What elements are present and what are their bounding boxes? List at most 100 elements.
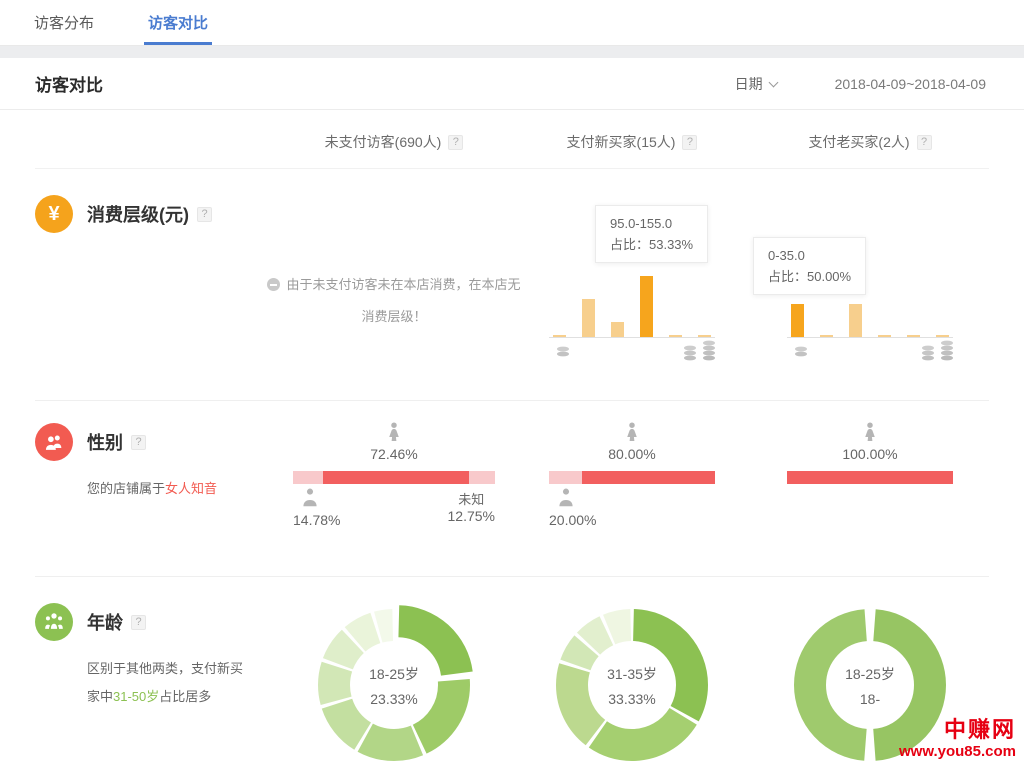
section-consumption-level: ¥ 消费层级(元) ? 由于未支付访客未在本店消费，在本店无 消费层级！ 95.… bbox=[35, 169, 989, 401]
gender-chart-unpaid: 72.46% 14.78% 未知 12.75% bbox=[275, 401, 513, 576]
bar-segment[interactable] bbox=[849, 304, 862, 337]
help-icon[interactable]: ? bbox=[682, 135, 697, 150]
coins-low-icon bbox=[555, 345, 571, 358]
male-icon bbox=[299, 487, 321, 509]
tab-visitor-comparison[interactable]: 访客对比 bbox=[144, 0, 212, 45]
tooltip-range: 0-35.0 bbox=[768, 245, 851, 266]
watermark-url: www.you85.com bbox=[899, 743, 1016, 760]
gender-bar-segment bbox=[323, 471, 469, 484]
age-left-block: 年龄 ? 区别于其他两类，支付新买 家中31-50岁占比居多 bbox=[35, 577, 275, 763]
help-icon[interactable]: ? bbox=[131, 435, 146, 450]
female-percent: 80.00% bbox=[608, 446, 655, 462]
age-subtitle-post: 占比居多 bbox=[159, 689, 211, 704]
gender-bar-segment bbox=[787, 471, 953, 484]
gender-subtitle-highlight: 女人知音 bbox=[165, 481, 217, 496]
female-icon bbox=[383, 421, 405, 443]
column-header-paid-old: 支付老买家(2人) ? bbox=[751, 132, 989, 152]
female-icon bbox=[859, 421, 881, 443]
consumption-no-data-note: 由于未支付访客未在本店消费，在本店无 消费层级！ bbox=[264, 269, 524, 333]
consumption-tooltip-paid-old: 0-35.0 占比：50.00% bbox=[753, 237, 866, 295]
date-range-value[interactable]: 2018-04-09~2018-04-09 bbox=[835, 76, 986, 92]
page-header: 访客对比 日期 2018-04-09~2018-04-09 bbox=[0, 58, 1024, 110]
tab-visitor-distribution[interactable]: 访客分布 bbox=[30, 0, 98, 45]
age-chart-paid-new: 31-35岁 33.33% bbox=[513, 577, 751, 763]
donut-chart-svg bbox=[314, 605, 474, 765]
tooltip-share: 占比：53.33% bbox=[610, 234, 693, 255]
no-data-icon bbox=[267, 278, 280, 291]
age-group-icon bbox=[35, 603, 73, 641]
bar-segment[interactable] bbox=[878, 335, 891, 337]
gender-section-title: 性别 bbox=[87, 429, 123, 455]
column-header-unpaid: 未支付访客(690人) ? bbox=[275, 132, 513, 152]
help-icon[interactable]: ? bbox=[917, 135, 932, 150]
help-icon[interactable]: ? bbox=[197, 207, 212, 222]
note-line-2: 消费层级！ bbox=[264, 301, 524, 333]
tooltip-share: 占比：50.00% bbox=[768, 266, 851, 287]
date-dropdown-label: 日期 bbox=[735, 74, 763, 94]
female-icon bbox=[621, 421, 643, 443]
top-tab-bar: 访客分布 访客对比 bbox=[0, 0, 1024, 46]
gender-stacked-bar[interactable] bbox=[293, 471, 495, 484]
tooltip-range: 95.0-155.0 bbox=[610, 213, 693, 234]
coins-low-icon bbox=[793, 345, 809, 358]
column-header-paid-new: 支付新买家(15人) ? bbox=[513, 132, 751, 152]
unknown-label: 未知 bbox=[458, 489, 484, 508]
bar-segment[interactable] bbox=[698, 335, 711, 337]
donut-chart-svg bbox=[552, 605, 712, 765]
gender-chart-paid-old: 100.00% bbox=[751, 401, 989, 576]
bar-segment[interactable] bbox=[936, 335, 949, 337]
column-header-paid-new-label: 支付新买家(15人) bbox=[567, 132, 676, 152]
divider-band bbox=[0, 46, 1024, 58]
date-dropdown[interactable]: 日期 2018-04-09~2018-04-09 bbox=[735, 74, 986, 94]
note-line-1: 由于未支付访客未在本店消费，在本店无 bbox=[286, 277, 520, 292]
gender-bar-segment bbox=[582, 471, 715, 484]
page-title: 访客对比 bbox=[35, 71, 103, 96]
column-header-spacer bbox=[35, 132, 275, 152]
column-header-unpaid-label: 未支付访客(690人) bbox=[325, 132, 442, 152]
gender-bar-segment bbox=[469, 471, 495, 484]
help-icon[interactable]: ? bbox=[448, 135, 463, 150]
watermark-site-name: 中赚网 bbox=[899, 717, 1016, 742]
bar-segment[interactable] bbox=[791, 304, 804, 337]
column-header-paid-old-label: 支付老买家(2人) bbox=[808, 132, 909, 152]
watermark: 中赚网 www.you85.com bbox=[899, 717, 1016, 760]
gender-section-subtitle: 您的店铺属于女人知音 bbox=[87, 475, 273, 503]
female-percent: 100.00% bbox=[842, 446, 897, 462]
age-subtitle-line2: 家中31-50岁占比居多 bbox=[87, 683, 273, 711]
yuan-icon: ¥ bbox=[35, 195, 73, 233]
coins-high-icon bbox=[682, 339, 717, 362]
bar-segment[interactable] bbox=[907, 335, 920, 337]
bar-segment[interactable] bbox=[553, 335, 566, 337]
bar-segment[interactable] bbox=[611, 322, 624, 337]
age-donut-unpaid[interactable]: 18-25岁 23.33% bbox=[314, 605, 474, 765]
consumption-section-title: 消费层级(元) bbox=[87, 201, 189, 227]
bar-segment[interactable] bbox=[640, 276, 653, 337]
help-icon[interactable]: ? bbox=[131, 615, 146, 630]
bar-segment[interactable] bbox=[820, 335, 833, 337]
bar-segment[interactable] bbox=[582, 299, 595, 337]
gender-stacked-bar[interactable] bbox=[787, 471, 953, 484]
gender-bar-segment bbox=[549, 471, 582, 484]
gender-bar-segment bbox=[293, 471, 323, 484]
age-section-subtitle: 区别于其他两类，支付新买 家中31-50岁占比居多 bbox=[87, 655, 273, 711]
male-percent: 20.00% bbox=[549, 512, 596, 528]
gender-subtitle-text: 您的店铺属于 bbox=[87, 481, 165, 496]
age-subtitle-highlight: 31-50岁 bbox=[113, 689, 159, 704]
age-subtitle-line1: 区别于其他两类，支付新买 bbox=[87, 655, 273, 683]
consumption-left-block: ¥ 消费层级(元) ? bbox=[35, 169, 275, 400]
male-icon bbox=[555, 487, 577, 509]
age-subtitle-pre: 家中 bbox=[87, 689, 113, 704]
consumption-tooltip-paid-new: 95.0-155.0 占比：53.33% bbox=[595, 205, 708, 263]
male-percent: 14.78% bbox=[293, 512, 340, 528]
gender-chart-paid-new: 80.00% 20.00% bbox=[513, 401, 751, 576]
coins-high-icon bbox=[920, 339, 955, 362]
consumption-chart-paid-old: 0-35.0 占比：50.00% bbox=[751, 169, 989, 400]
gender-left-block: 性别 ? 您的店铺属于女人知音 bbox=[35, 401, 275, 576]
age-donut-paid-new[interactable]: 31-35岁 33.33% bbox=[552, 605, 712, 765]
gender-icon bbox=[35, 423, 73, 461]
age-chart-unpaid: 18-25岁 23.33% bbox=[275, 577, 513, 763]
age-section-title: 年龄 bbox=[87, 609, 123, 635]
bar-segment[interactable] bbox=[669, 335, 682, 337]
unknown-percent: 12.75% bbox=[448, 508, 495, 524]
gender-stacked-bar[interactable] bbox=[549, 471, 715, 484]
